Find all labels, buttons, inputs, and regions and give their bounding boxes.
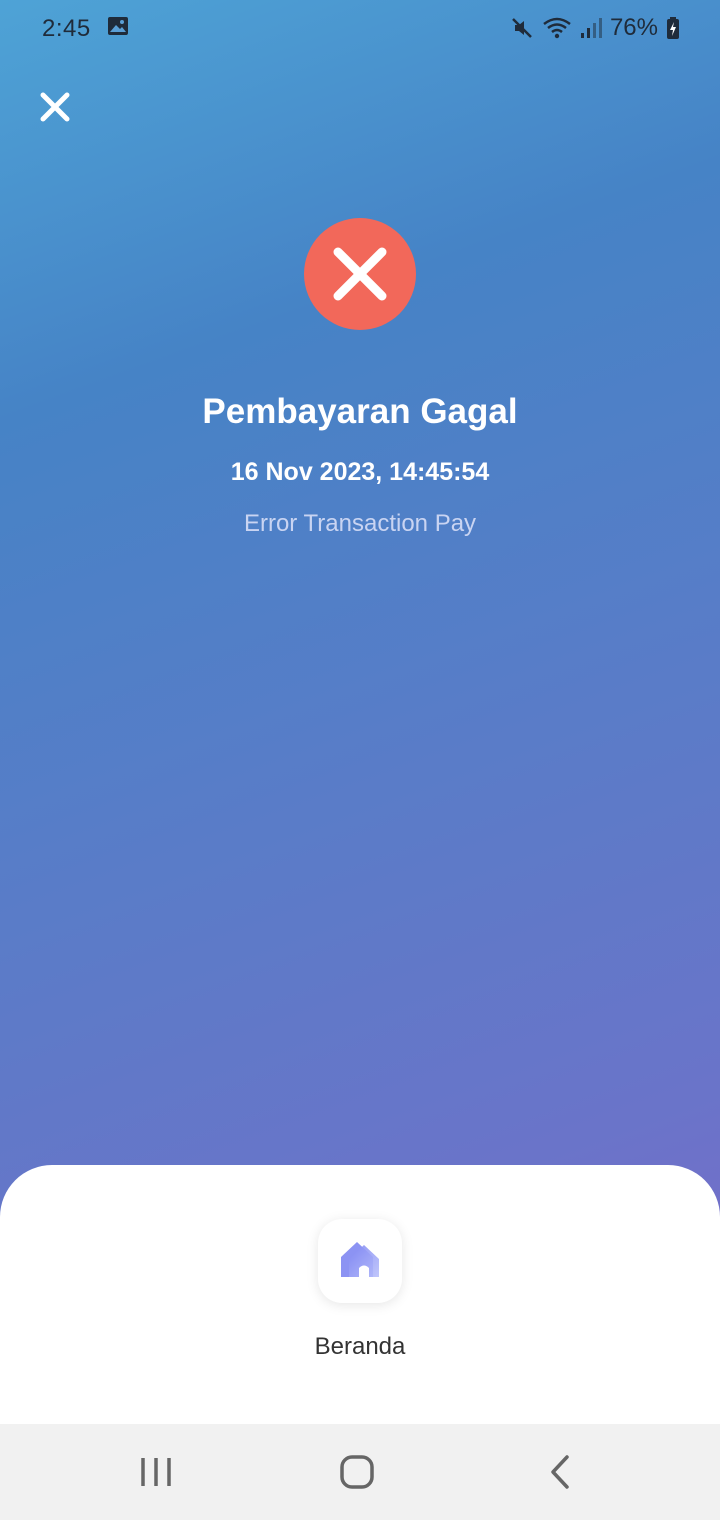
bottom-sheet: Beranda xyxy=(0,1165,720,1424)
error-x-icon xyxy=(333,247,387,301)
home-circle-icon[interactable] xyxy=(337,1452,377,1492)
recents-icon[interactable] xyxy=(136,1452,176,1492)
close-icon[interactable] xyxy=(36,88,74,126)
home-button[interactable] xyxy=(318,1219,402,1303)
battery-percent: 76% xyxy=(609,14,658,41)
status-bar: 2:45 76% xyxy=(0,0,720,56)
payment-result-screen: 2:45 76% Pembayaran Gagal 16 Nov 2023, 1… xyxy=(0,0,720,1424)
result-title: Pembayaran Gagal xyxy=(202,392,518,431)
mute-icon xyxy=(512,18,532,38)
transaction-datetime: 16 Nov 2023, 14:45:54 xyxy=(230,458,490,486)
wifi-icon xyxy=(543,17,571,39)
home-icon xyxy=(341,1242,379,1277)
battery-charging-icon xyxy=(667,17,679,39)
signal-icon xyxy=(580,18,602,38)
error-message: Error Transaction Pay xyxy=(243,510,477,537)
status-indicators: 76% xyxy=(510,14,680,42)
status-time: 2:45 xyxy=(42,15,91,42)
error-status-icon xyxy=(304,218,416,330)
back-icon[interactable] xyxy=(540,1452,580,1492)
home-label[interactable]: Beranda xyxy=(0,1333,720,1361)
system-nav-bar xyxy=(0,1424,720,1520)
gallery-icon xyxy=(108,17,128,35)
